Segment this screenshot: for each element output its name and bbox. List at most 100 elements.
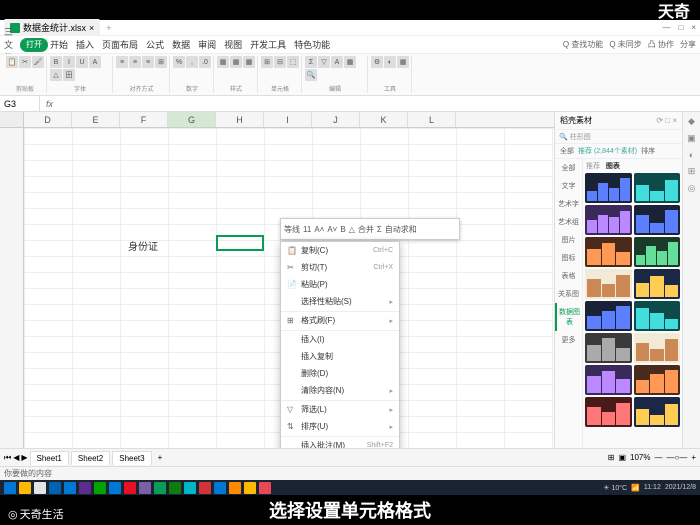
zoom-out-icon[interactable]: — <box>654 453 662 462</box>
col-e[interactable]: E <box>72 112 120 127</box>
close-button[interactable]: × <box>691 23 696 32</box>
menu-data[interactable]: 数据 <box>172 38 190 51</box>
taskbar-app-icon[interactable] <box>19 482 31 494</box>
fx-icon[interactable]: fx <box>40 99 59 109</box>
chart-template[interactable] <box>585 173 632 203</box>
mini-font[interactable]: 等线 <box>284 224 300 235</box>
sync-status[interactable]: Q 未同步 <box>609 39 641 50</box>
zoom-in-icon[interactable]: + <box>691 453 696 462</box>
taskbar-app-icon[interactable] <box>229 482 241 494</box>
chart-template[interactable] <box>585 397 632 427</box>
sheet-tab-1[interactable]: Sheet1 <box>30 451 69 465</box>
autosum-button[interactable]: 自动求和 <box>385 224 417 235</box>
context-menu-item[interactable]: ⊞格式刷(F)▸ <box>281 311 399 329</box>
close-tab-icon[interactable]: × <box>89 23 94 33</box>
new-tab-button[interactable]: + <box>100 23 117 33</box>
sheet-tab-2[interactable]: Sheet2 <box>71 451 110 465</box>
chart-template[interactable] <box>585 301 632 331</box>
taskbar-app-icon[interactable] <box>214 482 226 494</box>
menu-layout[interactable]: 页面布局 <box>102 38 138 51</box>
context-menu-item[interactable]: 插入(I) <box>281 330 399 348</box>
chart-template[interactable] <box>585 269 632 299</box>
font-shrink-icon[interactable]: A˅ <box>327 225 337 234</box>
selected-cell[interactable] <box>216 235 264 251</box>
rail-icon[interactable]: ◐ <box>689 150 694 160</box>
panel-controls[interactable]: ⟳ □ × <box>656 116 677 125</box>
taskbar-app-icon[interactable] <box>199 482 211 494</box>
cell-grid[interactable]: 身份证 等线 11 A˄ A˅ B △ 合并 Σ 自动求和 📋复制(C)Ctrl… <box>0 128 554 448</box>
chart-template[interactable] <box>634 237 681 267</box>
zoom-slider[interactable]: —○— <box>666 453 687 462</box>
col-h[interactable]: H <box>216 112 264 127</box>
rail-icon[interactable]: ⊞ <box>688 166 696 177</box>
panel-tab-all[interactable]: 全部 <box>560 146 574 156</box>
context-menu-item[interactable]: 📋复制(C)Ctrl+C <box>281 242 399 259</box>
context-menu-item[interactable]: ⇅排序(U)▸ <box>281 418 399 435</box>
taskbar-app-icon[interactable] <box>244 482 256 494</box>
network-icon[interactable]: 📶 <box>631 484 640 492</box>
col-g[interactable]: G <box>168 112 216 127</box>
taskbar-app-icon[interactable] <box>109 482 121 494</box>
zoom-value[interactable]: 107% <box>630 453 650 462</box>
panel-tab-rec[interactable]: 推荐 (2,844个素材) <box>578 146 637 156</box>
rail-icon[interactable]: ▣ <box>687 133 696 144</box>
bold-icon[interactable]: B <box>340 225 345 234</box>
clock[interactable]: 11:12 <box>644 484 661 491</box>
font-grow-icon[interactable]: A˄ <box>314 225 324 234</box>
chart-template[interactable] <box>585 205 632 235</box>
nav-next-icon[interactable]: ▶ <box>21 453 27 462</box>
col-j[interactable]: J <box>312 112 360 127</box>
share-button[interactable]: 分享 <box>680 39 696 50</box>
taskbar-app-icon[interactable] <box>94 482 106 494</box>
chart-template[interactable] <box>634 205 681 235</box>
panel-search[interactable]: 柱形图 <box>570 132 591 142</box>
taskbar-app-icon[interactable] <box>124 482 136 494</box>
collab-button[interactable]: 凸 协作 <box>648 39 674 50</box>
document-tab[interactable]: 数据金统计.xlsx × <box>4 19 100 36</box>
chart-template[interactable] <box>585 365 632 395</box>
taskbar-app-icon[interactable] <box>34 482 46 494</box>
taskbar-app-icon[interactable] <box>154 482 166 494</box>
menu-formula[interactable]: 公式 <box>146 38 164 51</box>
chart-template[interactable] <box>585 333 632 363</box>
col-i[interactable]: I <box>264 112 312 127</box>
taskbar-app-icon[interactable] <box>64 482 76 494</box>
open-button[interactable]: 打开 <box>20 38 48 52</box>
minimize-button[interactable]: — <box>662 23 670 32</box>
menu-features[interactable]: 特色功能 <box>294 38 330 51</box>
panel-tab-sort[interactable]: 排序 <box>641 146 655 156</box>
mini-size[interactable]: 11 <box>303 225 311 234</box>
nav-first-icon[interactable]: ⏮ <box>4 453 11 463</box>
col-k[interactable]: K <box>360 112 408 127</box>
context-menu-item[interactable]: ▽筛选(L)▸ <box>281 400 399 418</box>
taskbar-app-icon[interactable] <box>4 482 16 494</box>
taskbar-app-icon[interactable] <box>49 482 61 494</box>
context-menu-item[interactable]: 插入批注(M)Shift+F2 <box>281 436 399 448</box>
menu-dev[interactable]: 开发工具 <box>250 38 286 51</box>
taskbar-app-icon[interactable] <box>139 482 151 494</box>
chart-template[interactable] <box>634 397 681 427</box>
view-page-icon[interactable]: ▣ <box>618 453 626 462</box>
chart-template[interactable] <box>634 173 681 203</box>
name-box[interactable]: G3 <box>0 96 40 111</box>
rail-icon[interactable]: ◎ <box>688 183 696 194</box>
sheet-tab-3[interactable]: Sheet3 <box>112 451 151 465</box>
taskbar-app-icon[interactable] <box>79 482 91 494</box>
chart-template[interactable] <box>634 301 681 331</box>
row-headers[interactable] <box>0 128 24 448</box>
context-menu-item[interactable]: ✂剪切(T)Ctrl+X <box>281 259 399 276</box>
context-menu-item[interactable]: 插入复制 <box>281 348 399 365</box>
chart-template[interactable] <box>634 269 681 299</box>
merge-button[interactable]: 合并 <box>358 224 374 235</box>
col-d[interactable]: D <box>24 112 72 127</box>
col-f[interactable]: F <box>120 112 168 127</box>
menu-home[interactable]: 开始 <box>50 38 68 51</box>
search-menu[interactable]: Q 查找功能 <box>563 39 603 50</box>
taskbar-app-icon[interactable] <box>259 482 271 494</box>
context-menu-item[interactable]: 选择性粘贴(S)▸ <box>281 293 399 310</box>
context-menu-item[interactable]: 📄粘贴(P) <box>281 276 399 293</box>
taskbar-app-icon[interactable] <box>169 482 181 494</box>
chart-template[interactable] <box>634 333 681 363</box>
sum-icon[interactable]: Σ <box>377 225 382 234</box>
maximize-button[interactable]: □ <box>678 23 683 32</box>
